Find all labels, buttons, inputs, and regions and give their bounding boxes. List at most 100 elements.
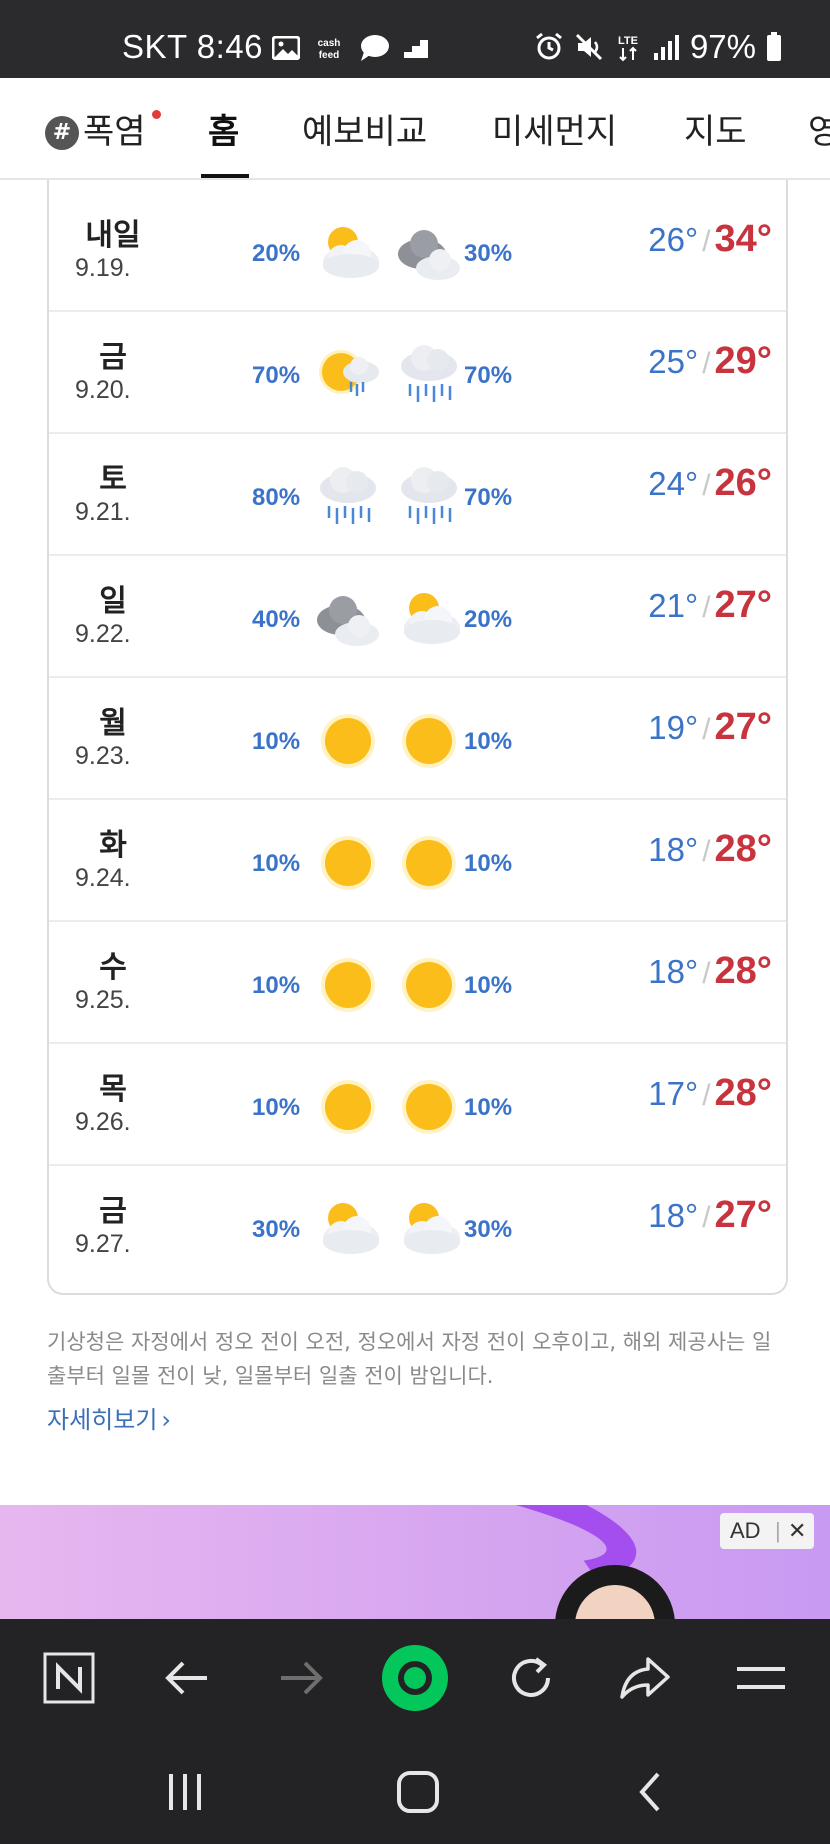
forecast-row[interactable]: 금 9.27. 30% 30% 18°/27° <box>49 1166 786 1288</box>
tab-label: 예보비교 <box>302 112 428 152</box>
forecast-row[interactable]: 내일 9.19. 20% 30% 26°/34° <box>49 190 786 312</box>
date-label: 9.19. <box>75 254 131 282</box>
forecast-row[interactable]: 화 9.24. 10% 10% 18°/28° <box>49 800 786 922</box>
battery-percent: 97% <box>689 28 756 65</box>
svg-text:feed: feed <box>319 50 340 61</box>
sunny-icon <box>392 826 466 900</box>
min-temp: 24° <box>648 465 699 502</box>
forecast-row[interactable]: 일 9.22. 40% 20% 21°/27° <box>49 556 786 678</box>
pm-precip-chance: 10% <box>464 850 513 877</box>
tab-forecast-compare[interactable]: 예보비교 <box>302 104 427 153</box>
forecast-row[interactable]: 금 9.20. 70% 70% 25°/29° <box>49 312 786 434</box>
temperature-range: 18°/28° <box>648 828 772 871</box>
pm-precip-chance: 10% <box>464 972 513 999</box>
date-label: 9.25. <box>75 986 131 1014</box>
tab-home[interactable]: 홈 <box>208 104 239 153</box>
max-temp: 26° <box>714 462 772 504</box>
temperature-range: 25°/29° <box>648 340 772 383</box>
more-details-link[interactable]: 자세히보기 › <box>47 1400 171 1435</box>
lte-icon: LTE <box>618 35 638 62</box>
max-temp: 28° <box>714 950 772 992</box>
sunny-icon <box>311 1070 385 1144</box>
naver-n-icon[interactable] <box>38 1647 100 1709</box>
tab-label: 미세먼지 <box>492 112 618 152</box>
status-bar: SKT 8:46 cash feed LTE 97% <box>0 0 830 78</box>
tab-heatwave[interactable]: # 폭염 <box>45 104 146 153</box>
forecast-note: 기상청은 자정에서 정오 전이 오전, 정오에서 자정 전이 오후이고, 해외 … <box>47 1330 772 1388</box>
day-label: 수 <box>99 950 127 985</box>
stairs-icon <box>404 40 428 58</box>
weekly-forecast-card: 내일 9.19. 20% 30% 26°/34° 금 9.20. 70% 70% 25°/29° 토… <box>47 190 788 1295</box>
menu-icon[interactable] <box>730 1647 792 1709</box>
temp-separator: / <box>702 713 711 746</box>
min-temp: 26° <box>648 221 699 258</box>
new-badge-dot <box>152 110 161 119</box>
pm-precip-chance: 10% <box>464 1094 513 1121</box>
sunny-icon <box>392 948 466 1022</box>
pm-precip-chance: 70% <box>464 484 513 511</box>
temp-separator: / <box>702 835 711 868</box>
date-label: 9.21. <box>75 498 131 526</box>
day-label: 일 <box>99 584 127 619</box>
sunny-icon <box>392 704 466 778</box>
browser-toolbar <box>0 1619 830 1737</box>
am-precip-chance: 10% <box>252 728 301 755</box>
pm-precip-chance: 20% <box>464 606 513 633</box>
temp-separator: / <box>702 957 711 990</box>
tab-label: 영 <box>808 112 830 152</box>
pm-precip-chance: 30% <box>464 240 513 267</box>
temperature-range: 18°/28° <box>648 950 772 993</box>
max-temp: 27° <box>714 584 772 626</box>
forward-arrow-icon[interactable] <box>270 1647 332 1709</box>
date-label: 9.22. <box>75 620 131 648</box>
temperature-range: 18°/27° <box>648 1194 772 1237</box>
partly-cloudy-icon <box>392 1192 466 1266</box>
temp-separator: / <box>702 225 711 258</box>
date-label: 9.26. <box>75 1108 131 1136</box>
forecast-row[interactable]: 월 9.23. 10% 10% 19°/27° <box>49 678 786 800</box>
chevron-right-icon: › <box>161 1406 172 1434</box>
forecast-row[interactable]: 토 9.21. 80% 70% 24°/26° <box>49 434 786 556</box>
am-precip-chance: 40% <box>252 606 301 633</box>
date-label: 9.20. <box>75 376 131 404</box>
notification-icons: cash feed <box>272 34 430 62</box>
temp-separator: / <box>702 1201 711 1234</box>
date-label: 9.24. <box>75 864 131 892</box>
chat-bubble-icon <box>361 35 389 61</box>
green-dot-home-icon[interactable] <box>382 1645 448 1711</box>
hash-icon: # <box>45 116 79 150</box>
am-precip-chance: 10% <box>252 972 301 999</box>
partly-cloudy-icon <box>311 216 385 290</box>
am-precip-chance: 20% <box>252 240 301 267</box>
more-details-label: 자세히보기 <box>47 1406 158 1434</box>
tab-label: 지도 <box>684 112 747 152</box>
cloudy-icon <box>311 582 385 656</box>
rain-icon <box>311 460 385 534</box>
tab-map[interactable]: 지도 <box>684 104 747 153</box>
share-icon[interactable] <box>614 1647 676 1709</box>
ad-banner[interactable]: AD | ✕ <box>0 1505 830 1619</box>
min-temp: 18° <box>648 1197 699 1234</box>
svg-text:LTE: LTE <box>618 35 638 47</box>
partly-cloudy-icon <box>311 1192 385 1266</box>
day-label: 화 <box>99 828 127 863</box>
forecast-row[interactable]: 수 9.25. 10% 10% 18°/28° <box>49 922 786 1044</box>
tab-more[interactable]: 영 <box>808 104 830 153</box>
ad-label: AD <box>730 1518 761 1543</box>
mute-icon <box>575 33 602 61</box>
recent-apps-icon[interactable] <box>155 1765 215 1819</box>
svg-text:cash: cash <box>318 38 341 49</box>
max-temp: 28° <box>714 1072 772 1114</box>
back-icon[interactable] <box>620 1765 680 1819</box>
day-label: 월 <box>99 706 127 741</box>
gallery-icon <box>272 36 300 60</box>
home-icon[interactable] <box>388 1765 448 1819</box>
back-arrow-icon[interactable] <box>156 1647 218 1709</box>
tab-fine-dust[interactable]: 미세먼지 <box>492 104 617 153</box>
refresh-icon[interactable] <box>500 1647 562 1709</box>
carrier-time: SKT 8:46 <box>122 28 263 65</box>
ad-close-icon[interactable]: ✕ <box>788 1518 806 1544</box>
active-tab-indicator <box>201 174 249 178</box>
forecast-row[interactable]: 목 9.26. 10% 10% 17°/28° <box>49 1044 786 1166</box>
alarm-icon <box>536 32 562 60</box>
